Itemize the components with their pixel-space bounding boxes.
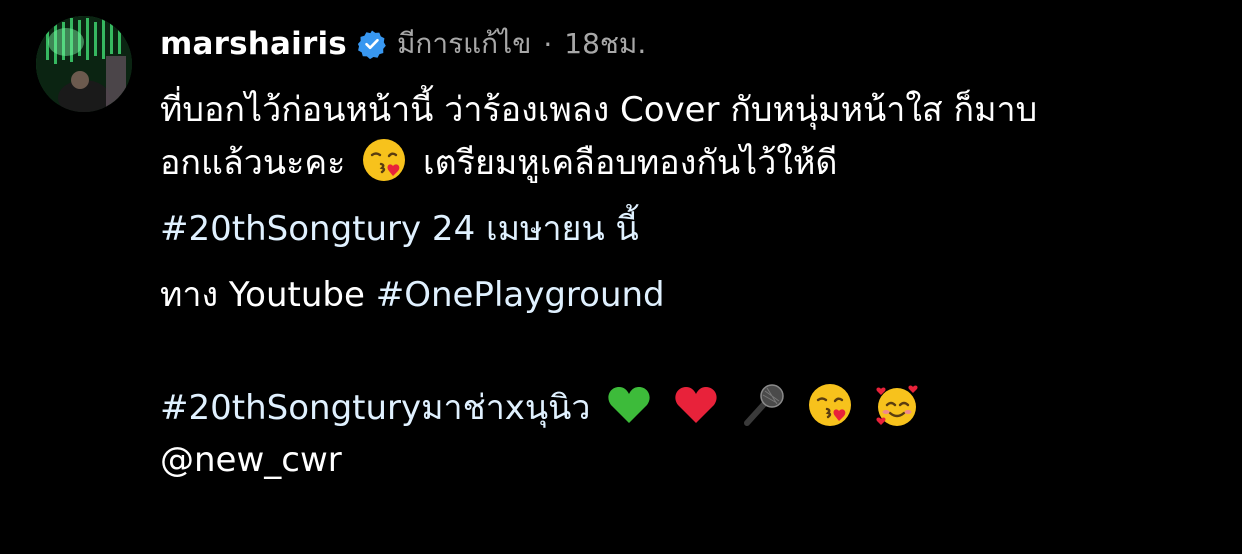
separator-dot: · bbox=[543, 27, 553, 61]
caption-text: ทาง Youtube bbox=[160, 275, 376, 315]
caption-line-1: ที่บอกไว้ก่อนหน้านี้ ว่าร้องเพลง Cover ก… bbox=[160, 90, 1038, 130]
caption-line-4: ทาง Youtube #OnePlayground bbox=[160, 269, 1210, 321]
hashtag-line[interactable]: #20thSongtury 24 เมษายน นี้ bbox=[160, 209, 639, 249]
caption-text: เตรียมหูเคลือบทองกันไว้ให้ดี bbox=[422, 143, 838, 183]
kissing-face-icon bbox=[806, 381, 854, 429]
hashtag-oneplayground[interactable]: #OnePlayground bbox=[376, 275, 665, 315]
timestamp: 18ชม. bbox=[564, 27, 647, 60]
post-header: marshairis มีการแก้ไข · 18ชม. bbox=[160, 22, 646, 66]
green-heart-icon bbox=[605, 381, 653, 429]
profile-avatar[interactable] bbox=[36, 16, 132, 112]
edited-label: มีการแก้ไข bbox=[396, 27, 532, 60]
caption-line-6: @new_cwr bbox=[160, 434, 1210, 486]
verified-badge-icon bbox=[357, 29, 387, 60]
post-caption: ที่บอกไว้ก่อนหน้านี้ ว่าร้องเพลง Cover ก… bbox=[160, 84, 1210, 486]
avatar-image bbox=[36, 16, 132, 112]
microphone-icon bbox=[739, 381, 787, 429]
hashtag-20thsongtury[interactable]: #20thSongturyมาช่าxนุนิว bbox=[160, 388, 591, 428]
comment-post: marshairis มีการแก้ไข · 18ชม. ที่บอกไว้ก… bbox=[0, 0, 1242, 554]
caption-line-5: #20thSongturyมาช่าxนุนิว bbox=[160, 381, 1210, 434]
mention-link[interactable]: @new_cwr bbox=[160, 440, 342, 480]
kissing-face-icon bbox=[360, 136, 408, 184]
smiling-face-with-hearts-icon bbox=[873, 381, 921, 429]
red-heart-icon bbox=[672, 381, 720, 429]
caption-text: อกแล้วนะคะ bbox=[160, 143, 346, 183]
username[interactable]: marshairis bbox=[160, 26, 347, 62]
caption-line-2: อกแล้วนะคะ เตรียมหูเคลือบทองกันไว้ให้ดี bbox=[160, 136, 1210, 189]
caption-line-3: #20thSongtury 24 เมษายน นี้ bbox=[160, 203, 1210, 255]
